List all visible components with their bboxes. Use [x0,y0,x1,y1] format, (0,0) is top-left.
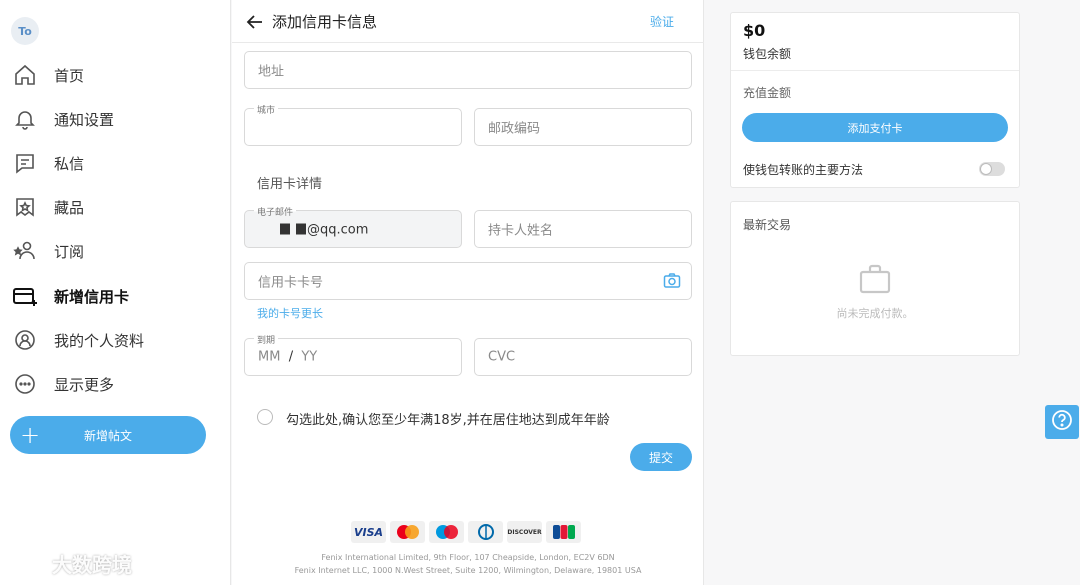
sidebar-item-label: 藏品 [54,198,85,217]
sidebar-item-subscriptions[interactable]: 订阅 [12,236,84,266]
card-number-placeholder: 信用卡卡号 [258,275,324,291]
profile-icon [12,327,38,353]
bell-icon [12,106,38,132]
expiry-label: 到期 [254,333,279,346]
sidebar-item-label: 我的个人资料 [54,331,145,350]
sidebar-item-label: 显示更多 [54,375,115,394]
submit-button[interactable]: 提交 [630,443,692,471]
card-number-input[interactable]: 信用卡卡号 [244,262,692,300]
footer-address-us: Fenix Internet LLC, 1000 N.West Street, … [294,566,642,575]
wallet-card: $0 钱包余额 充值金额 添加支付卡 使钱包转账的主要方法 [730,12,1020,188]
help-button[interactable] [1045,405,1079,439]
sidebar-item-collections[interactable]: 藏品 [12,192,84,222]
sidebar-item-notifications[interactable]: 通知设置 [12,104,114,134]
footer-address-uk: Fenix International Limited, 9th Floor, … [321,553,615,562]
cvc-placeholder: CVC [488,349,516,365]
discover-logo: DISCOVER [507,521,542,543]
back-arrow-icon[interactable] [244,11,266,33]
new-post-button[interactable]: + 新增帖文 [10,416,206,454]
city-input[interactable]: 城市 [244,103,462,146]
shopping-bag-icon [858,262,892,296]
sidebar-item-label: 订阅 [54,242,85,261]
wallet-balance: $0 [743,21,766,40]
expiry-input[interactable]: 到期 MM / YY [244,333,462,376]
verify-link[interactable]: 验证 [650,13,674,30]
cardholder-placeholder: 持卡人姓名 [488,223,554,239]
sidebar-item-profile[interactable]: 我的个人资料 [12,325,144,355]
sidebar: To 首页 通知设置 私信 藏品 订阅 新增信用卡 我的个人资料 显示更多 + … [0,0,231,585]
postal-code-placeholder: 邮政编码 [488,121,541,137]
new-post-label: 新增帖文 [83,428,132,443]
primary-method-label: 使钱包转账的主要方法 [743,163,864,177]
jcb-logo [546,521,581,543]
address-input[interactable]: 地址 [244,51,692,89]
expiry-placeholder: MM / YY [258,349,318,365]
primary-method-toggle[interactable] [979,162,1005,176]
watermark: 大数跨境 [8,548,132,578]
email-value: @qq.com [258,223,368,238]
wallet-balance-label: 钱包余额 [743,47,792,61]
diners-club-logo [468,521,503,543]
age-confirm-label: 勾选此处,确认您至少年满18岁,并在居住地达到成年年龄 [286,413,610,428]
plus-icon: + [19,421,41,449]
subscriptions-icon [12,238,38,264]
divider [731,70,1019,71]
address-placeholder: 地址 [258,64,285,80]
bookmark-icon [12,194,38,220]
sidebar-item-label: 私信 [54,154,85,173]
avatar[interactable]: To [11,17,39,45]
sidebar-item-more[interactable]: 显示更多 [12,369,114,399]
mastercard-logo [390,521,425,543]
card-details-heading: 信用卡详情 [257,177,323,192]
watermark-text: 大数跨境 [52,552,132,577]
email-label: 电子邮件 [254,205,297,218]
longer-card-number-link[interactable]: 我的卡号更长 [257,305,323,321]
help-icon [1051,409,1073,435]
email-domain: @qq.com [307,222,369,238]
page-title: 添加信用卡信息 [272,13,378,31]
sidebar-item-label: 新增信用卡 [54,287,130,306]
cardholder-name-input[interactable]: 持卡人姓名 [474,210,692,248]
transactions-empty-text: 尚未完成付款。 [836,307,914,320]
email-field: 电子邮件 @qq.com [244,205,462,248]
toggle-knob [980,163,992,175]
sidebar-item-home[interactable]: 首页 [12,60,84,90]
home-icon [12,62,38,88]
sidebar-item-label: 首页 [54,66,85,85]
age-confirm-checkbox[interactable] [257,409,273,425]
camera-icon[interactable] [663,272,681,290]
transactions-card: 最新交易 尚未完成付款。 [730,201,1020,356]
main-panel: 添加信用卡信息 验证 地址 城市 邮政编码 信用卡详情 电子邮件 @qq.com… [232,0,704,585]
more-icon [12,371,38,397]
maestro-logo [429,521,464,543]
wallet-panel: $0 钱包余额 充值金额 添加支付卡 使钱包转账的主要方法 最新交易 尚未完成付… [705,0,1080,585]
postal-code-input[interactable]: 邮政编码 [474,108,692,146]
credit-card-add-icon [12,283,38,309]
add-payment-card-button[interactable]: 添加支付卡 [742,113,1008,142]
cvc-input[interactable]: CVC [474,338,692,376]
sidebar-item-label: 通知设置 [54,110,115,129]
city-label: 城市 [254,103,279,116]
watermark-logo-icon [10,551,49,573]
visa-logo: VISA [351,521,386,543]
sidebar-item-messages[interactable]: 私信 [12,148,84,178]
message-icon [12,150,38,176]
page-header: 添加信用卡信息 验证 [232,0,704,43]
transactions-title: 最新交易 [743,218,792,232]
topup-label: 充值金额 [743,86,792,100]
card-brands: VISA DISCOVER [351,521,581,543]
sidebar-item-add-card[interactable]: 新增信用卡 [12,281,129,311]
